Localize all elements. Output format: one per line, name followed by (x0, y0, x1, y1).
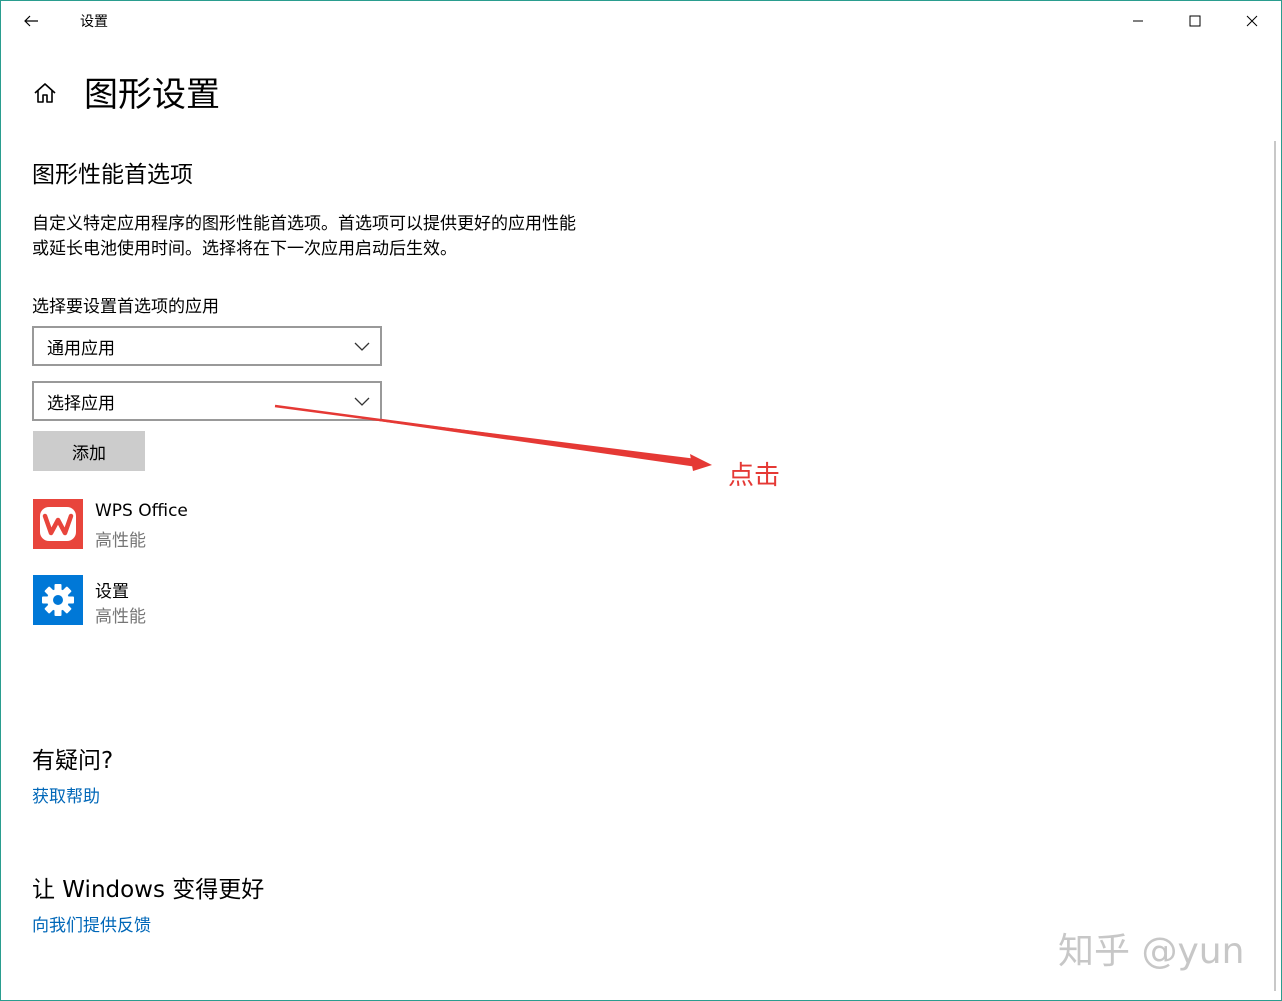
page-title: 图形设置 (84, 75, 220, 115)
select-app-dropdown-value: 选择应用 (47, 394, 115, 414)
chevron-down-icon (354, 397, 370, 406)
minimize-icon (1133, 20, 1143, 22)
app-performance: 高性能 (95, 607, 146, 627)
home-icon[interactable] (31, 79, 59, 107)
watermark: 知乎 @yun (1058, 931, 1245, 972)
close-icon (1246, 15, 1258, 27)
select-app-dropdown[interactable]: 选择应用 (32, 381, 382, 421)
window-title: 设置 (80, 14, 108, 30)
maximize-icon (1189, 15, 1201, 27)
section-title: 图形性能首选项 (32, 162, 193, 188)
select-app-label: 选择要设置首选项的应用 (32, 297, 219, 317)
close-button[interactable] (1229, 1, 1275, 41)
get-help-link[interactable]: 获取帮助 (32, 782, 100, 807)
app-name: WPS Office (95, 501, 188, 521)
app-type-dropdown[interactable]: 通用应用 (32, 326, 382, 366)
add-button[interactable]: 添加 (33, 431, 145, 471)
back-arrow-icon (24, 15, 38, 27)
section-description: 自定义特定应用程序的图形性能首选项。首选项可以提供更好的应用性能或延长电池使用时… (32, 214, 576, 259)
annotation-label: 点击 (728, 461, 781, 491)
settings-window: 设置 图形设置 图形性能首选项 自定义特定应用程序的图形性能首选项。首选项可以提… (0, 0, 1282, 1001)
app-name: 设置 (95, 582, 129, 602)
chevron-down-icon (354, 342, 370, 351)
feedback-title: 让 Windows 变得更好 (32, 877, 265, 903)
app-type-dropdown-value: 通用应用 (47, 339, 115, 359)
settings-gear-icon (33, 575, 83, 625)
scrollbar[interactable] (1274, 141, 1276, 991)
app-list-item-wps[interactable]: WPS Office 高性能 (33, 499, 433, 551)
title-bar: 设置 (1, 1, 1281, 41)
back-button[interactable] (13, 5, 49, 37)
questions-title: 有疑问? (32, 748, 114, 774)
wps-office-icon (33, 499, 83, 549)
maximize-button[interactable] (1172, 1, 1218, 41)
app-list-item-settings[interactable]: 设置 高性能 (33, 575, 433, 627)
app-performance: 高性能 (95, 531, 146, 551)
give-feedback-link[interactable]: 向我们提供反馈 (32, 911, 151, 936)
minimize-button[interactable] (1115, 1, 1161, 41)
